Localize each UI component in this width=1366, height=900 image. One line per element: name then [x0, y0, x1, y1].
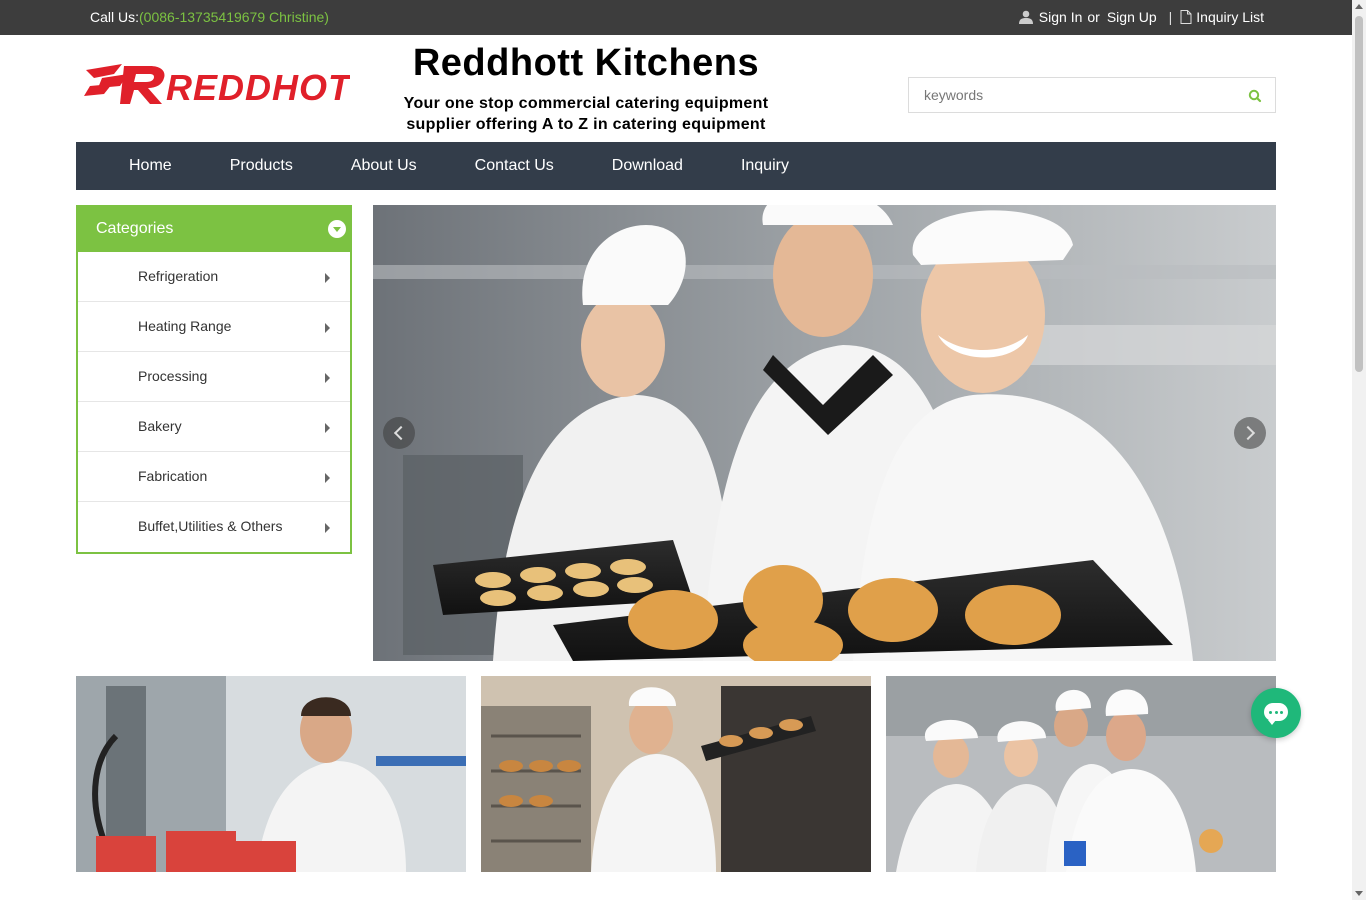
search-input[interactable]	[909, 78, 1229, 112]
or-text: or	[1087, 9, 1100, 25]
categories-panel: Categories Refrigeration Heating Range P…	[76, 205, 352, 554]
chevron-right-icon	[325, 323, 330, 333]
chevron-right-icon	[325, 423, 330, 433]
chevron-down-icon[interactable]	[328, 220, 346, 238]
category-heating-range[interactable]: Heating Range	[78, 302, 350, 352]
scroll-down-icon[interactable]	[1355, 891, 1363, 896]
sign-in-link[interactable]: Sign In	[1039, 9, 1083, 25]
promo-image-chefs-team[interactable]	[886, 676, 1276, 872]
category-label: Buffet,Utilities & Others	[138, 518, 283, 534]
category-label: Bakery	[138, 418, 182, 434]
subtitle-line-1: Your one stop commercial catering equipm…	[403, 95, 769, 112]
promo-image-meat-processing[interactable]	[76, 676, 466, 872]
divider: |	[1168, 9, 1173, 25]
nav-download[interactable]: Download	[583, 142, 712, 190]
hero-slider[interactable]	[373, 205, 1276, 661]
category-processing[interactable]: Processing	[78, 352, 350, 402]
site-subtitle: Your one stop commercial catering equipm…	[380, 93, 792, 135]
call-us: Call Us:(0086-13735419679 Christine)	[90, 9, 329, 25]
promo-image-bakery[interactable]	[481, 676, 871, 872]
call-label: Call Us:	[90, 9, 140, 25]
sign-up-link[interactable]: Sign Up	[1107, 9, 1157, 25]
search-box	[908, 77, 1276, 113]
category-label: Refrigeration	[138, 268, 219, 284]
nav-home[interactable]: Home	[100, 142, 201, 190]
user-icon	[1018, 10, 1039, 24]
search-icon[interactable]	[1247, 88, 1263, 104]
site-logo[interactable]: REDDHOTT	[84, 60, 375, 112]
nav-products[interactable]: Products	[201, 142, 322, 190]
chat-icon	[1264, 703, 1288, 725]
categories-title: Categories	[96, 220, 174, 237]
category-fabrication[interactable]: Fabrication	[78, 452, 350, 502]
slider-prev-icon[interactable]	[383, 417, 415, 449]
chat-dot	[1274, 711, 1278, 714]
category-list: Refrigeration Heating Range Processing B…	[78, 252, 350, 552]
top-bar: Call Us:(0086-13735419679 Christine) Sig…	[0, 0, 1352, 35]
call-number[interactable]: (0086-13735419679 Christine)	[139, 9, 329, 25]
category-label: Processing	[138, 368, 208, 384]
nav-inquiry[interactable]: Inquiry	[712, 142, 818, 190]
main-nav: Home Products About Us Contact Us Downlo…	[76, 142, 1276, 190]
chevron-right-icon	[325, 273, 330, 283]
hero-image	[373, 205, 1276, 661]
category-label: Fabrication	[138, 468, 208, 484]
chevron-right-icon	[325, 373, 330, 383]
chevron-right-icon	[325, 523, 330, 533]
logo-wordmark: REDDHOTT	[166, 67, 350, 108]
chevron-right-icon	[325, 473, 330, 483]
site-title: Reddhott Kitchens	[412, 42, 760, 84]
category-bakery[interactable]: Bakery	[78, 402, 350, 452]
inquiry-list-link[interactable]: Inquiry List	[1196, 9, 1264, 25]
chat-button[interactable]	[1251, 688, 1301, 738]
nav-about-us[interactable]: About Us	[322, 142, 446, 190]
nav-contact-us[interactable]: Contact Us	[446, 142, 583, 190]
scroll-thumb[interactable]	[1355, 16, 1363, 372]
category-refrigeration[interactable]: Refrigeration	[78, 252, 350, 302]
slider-next-icon[interactable]	[1234, 417, 1266, 449]
subtitle-line-2: supplier offering A to Z in catering equ…	[406, 116, 766, 133]
account-links: Sign In or Sign Up | Inquiry List	[1018, 9, 1264, 25]
page-scrollbar[interactable]	[1352, 0, 1366, 900]
scroll-up-icon[interactable]	[1355, 4, 1363, 9]
categories-header[interactable]: Categories	[76, 205, 352, 252]
chat-dot	[1269, 711, 1272, 714]
document-icon	[1180, 10, 1196, 24]
chat-dot	[1280, 711, 1283, 714]
category-buffet-utilities-others[interactable]: Buffet,Utilities & Others	[78, 502, 350, 552]
category-label: Heating Range	[138, 318, 232, 334]
